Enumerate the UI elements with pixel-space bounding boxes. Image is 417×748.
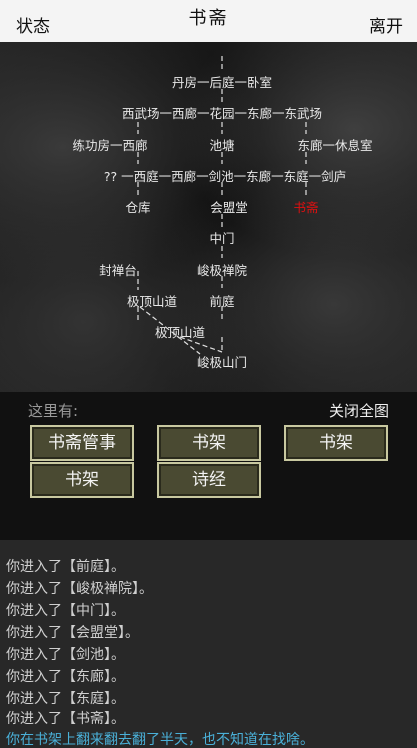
- map-node-junji-temple[interactable]: 峻极禅院: [197, 260, 247, 279]
- map-connections: [137, 56, 307, 355]
- map-node-summit-path[interactable]: 极顶山道: [127, 291, 177, 310]
- map-node-storehouse[interactable]: 仓库: [125, 197, 150, 216]
- map-node-alliance-hall[interactable]: 会盟堂: [210, 197, 248, 216]
- map-node-sword-pool-row[interactable]: ?? 一西庭一西廊一剑池一东廊一东庭一剑庐: [104, 166, 346, 185]
- top-bar: 状态 书斋 离开: [0, 0, 417, 42]
- message-log[interactable]: 你进入了【前庭】。 你进入了【峻极禅院】。 你进入了【中门】。 你进入了【会盟堂…: [0, 540, 417, 748]
- log-line: 你进入了【东廊】。: [6, 669, 125, 685]
- object-button-book-of-songs[interactable]: 诗经: [157, 462, 261, 498]
- log-line: 你进入了【前庭】。: [6, 559, 125, 575]
- leave-button[interactable]: 离开: [369, 12, 403, 37]
- log-line: 你进入了【剑池】。: [6, 647, 125, 663]
- map-node-summit-path-2[interactable]: 极顶山道: [155, 322, 205, 341]
- object-button-bookshelf[interactable]: 书架: [284, 425, 388, 461]
- map-node-mountain-gate[interactable]: 峻极山门: [197, 352, 247, 371]
- room-title: 书斋: [188, 8, 229, 29]
- map-node-garden-row[interactable]: 西武场一西廊一花园一东廊一东武场: [122, 103, 322, 122]
- map-node-front-court[interactable]: 前庭: [209, 291, 234, 310]
- log-line: 你进入了【书斋】。: [6, 711, 125, 727]
- object-button-bookshelf[interactable]: 书架: [30, 462, 134, 498]
- log-line-latest: 你在书架上翻来翻去翻了半天，也不知道在找啥。: [6, 732, 314, 748]
- log-line: 你进入了【东庭】。: [6, 691, 125, 707]
- log-line: 你进入了【会盟堂】。: [6, 625, 139, 641]
- object-button-study-steward[interactable]: 书斋管事: [30, 425, 134, 461]
- map-node-training-room[interactable]: 练功房一西廊: [72, 135, 147, 154]
- log-line: 你进入了【峻极禅院】。: [6, 581, 153, 597]
- map-node-pond[interactable]: 池塘: [209, 135, 234, 154]
- map-node-middle-gate[interactable]: 中门: [209, 228, 234, 247]
- here-label: 这里有:: [28, 402, 79, 420]
- map-node-study-current[interactable]: 书斋: [293, 197, 318, 216]
- map-node-fengshan-terrace[interactable]: 封禅台: [99, 260, 137, 279]
- map-node-north-wing[interactable]: 丹房一后庭一卧室: [172, 72, 272, 91]
- close-map-button[interactable]: 关闭全图: [329, 400, 389, 421]
- map-panel: 丹房一后庭一卧室 西武场一西廊一花园一东廊一东武场 练功房一西廊 池塘 东廊一休…: [0, 42, 417, 392]
- object-button-bookshelf[interactable]: 书架: [157, 425, 261, 461]
- log-line: 你进入了【中门】。: [6, 603, 125, 619]
- map-node-rest-room[interactable]: 东廊一休息室: [297, 135, 372, 154]
